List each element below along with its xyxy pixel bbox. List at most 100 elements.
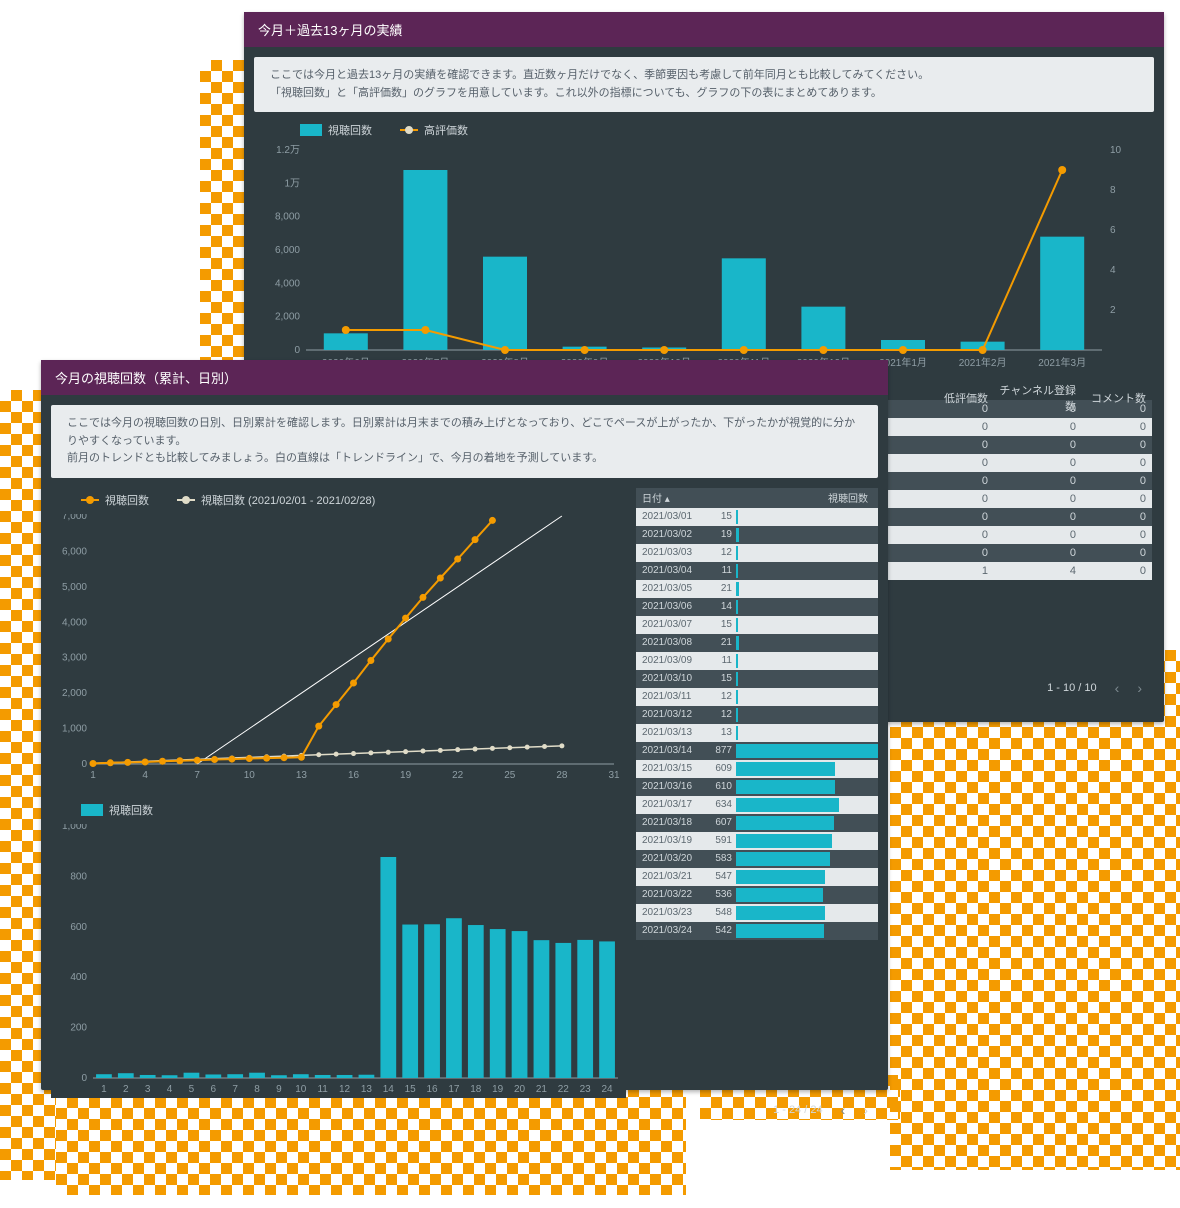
table-row[interactable]: 2021/03/1212 [636, 706, 878, 724]
bar[interactable] [359, 1075, 375, 1078]
bar[interactable] [599, 941, 615, 1078]
bar[interactable] [490, 929, 506, 1078]
bar[interactable] [577, 940, 593, 1078]
data-point[interactable] [385, 635, 392, 642]
table-row[interactable]: 2021/03/14877 [636, 742, 878, 760]
table-row[interactable]: 2021/03/24542 [636, 922, 878, 940]
data-point[interactable] [228, 755, 235, 762]
data-point[interactable] [1058, 166, 1066, 174]
table-row[interactable]: 2021/03/17634 [636, 796, 878, 814]
table-row[interactable]: 2021/03/0715 [636, 616, 878, 634]
bar[interactable] [271, 1075, 287, 1078]
table-row[interactable]: 2021/03/0411 [636, 562, 878, 580]
data-point[interactable] [419, 594, 426, 601]
bar[interactable] [162, 1075, 178, 1078]
data-point[interactable] [559, 743, 564, 748]
bar[interactable] [337, 1075, 353, 1078]
data-point[interactable] [455, 747, 460, 752]
bar[interactable] [722, 259, 766, 351]
data-point[interactable] [437, 574, 444, 581]
bar[interactable] [534, 940, 550, 1078]
pager-next-icon[interactable]: › [1137, 680, 1142, 696]
table-row[interactable]: 2021/03/21547 [636, 868, 878, 886]
data-point[interactable] [107, 759, 114, 766]
table-row[interactable]: 2021/03/19591 [636, 832, 878, 850]
bar[interactable] [468, 925, 484, 1078]
bar[interactable] [293, 1074, 309, 1078]
data-point[interactable] [402, 614, 409, 621]
table-row[interactable]: 2021/03/18607 [636, 814, 878, 832]
bar[interactable] [446, 918, 462, 1078]
bar[interactable] [380, 857, 396, 1078]
data-point[interactable] [298, 754, 305, 761]
data-point[interactable] [194, 756, 201, 763]
bar[interactable] [555, 943, 571, 1078]
data-point[interactable] [142, 758, 149, 765]
data-point[interactable] [368, 750, 373, 755]
data-point[interactable] [899, 346, 907, 354]
data-point[interactable] [342, 326, 350, 334]
table-row[interactable]: 2021/03/20583 [636, 850, 878, 868]
bar[interactable] [424, 924, 440, 1078]
data-point[interactable] [176, 757, 183, 764]
data-point[interactable] [581, 346, 589, 354]
data-point[interactable] [90, 760, 97, 767]
bar[interactable] [315, 1075, 331, 1078]
data-point[interactable] [438, 748, 443, 753]
table-row[interactable]: 2021/03/16610 [636, 778, 878, 796]
legend-item-likes[interactable]: 高評価数 [400, 122, 468, 138]
pager-prev-icon[interactable]: ‹ [841, 1102, 846, 1118]
data-point[interactable] [159, 758, 166, 765]
data-point[interactable] [472, 536, 479, 543]
table-row[interactable]: 2021/03/0219 [636, 526, 878, 544]
data-point[interactable] [281, 754, 288, 761]
data-point[interactable] [403, 749, 408, 754]
data-point[interactable] [507, 745, 512, 750]
data-point[interactable] [473, 746, 478, 751]
data-point[interactable] [367, 657, 374, 664]
table-row[interactable]: 2021/03/0911 [636, 652, 878, 670]
col-header-views[interactable]: 視聴回数 [720, 490, 878, 505]
legend-item-current[interactable]: 視聴回数 [81, 492, 149, 508]
data-point[interactable] [334, 751, 339, 756]
data-point[interactable] [350, 679, 357, 686]
table-row[interactable]: 2021/03/15609 [636, 760, 878, 778]
table-row[interactable]: 2021/03/0312 [636, 544, 878, 562]
legend-item-previous[interactable]: .lg:nth-child(2) .swatch-line::after{bac… [177, 492, 375, 508]
data-point[interactable] [660, 346, 668, 354]
pager-next-icon[interactable]: › [863, 1102, 868, 1118]
table-row[interactable]: 2021/03/22536 [636, 886, 878, 904]
data-point[interactable] [819, 346, 827, 354]
bar[interactable] [512, 931, 528, 1078]
data-point[interactable] [740, 346, 748, 354]
col-header-date[interactable]: 日付 ▴ [636, 490, 720, 505]
legend-item-views[interactable]: 視聴回数 [300, 122, 372, 138]
data-point[interactable] [351, 751, 356, 756]
table-row[interactable]: 2021/03/0614 [636, 598, 878, 616]
data-point[interactable] [525, 744, 530, 749]
bar[interactable] [184, 1072, 200, 1077]
data-point[interactable] [386, 750, 391, 755]
data-point[interactable] [421, 326, 429, 334]
data-point[interactable] [316, 752, 321, 757]
data-point[interactable] [501, 346, 509, 354]
bar[interactable] [249, 1072, 265, 1077]
bar[interactable] [801, 307, 845, 350]
data-point[interactable] [124, 759, 131, 766]
bar[interactable] [1040, 237, 1084, 350]
bar[interactable] [324, 334, 368, 351]
bar[interactable] [118, 1073, 134, 1078]
bar[interactable] [402, 924, 418, 1077]
data-point[interactable] [315, 722, 322, 729]
data-point[interactable] [454, 555, 461, 562]
data-point[interactable] [333, 701, 340, 708]
table-row[interactable]: 2021/03/1015 [636, 670, 878, 688]
data-point[interactable] [490, 746, 495, 751]
table-row[interactable]: 2021/03/0821 [636, 634, 878, 652]
bar[interactable] [483, 257, 527, 350]
bar[interactable] [227, 1074, 243, 1078]
pager-prev-icon[interactable]: ‹ [1115, 680, 1120, 696]
data-point[interactable] [420, 748, 425, 753]
bar[interactable] [205, 1074, 221, 1078]
legend-item-views[interactable]: 視聴回数 [81, 802, 153, 818]
